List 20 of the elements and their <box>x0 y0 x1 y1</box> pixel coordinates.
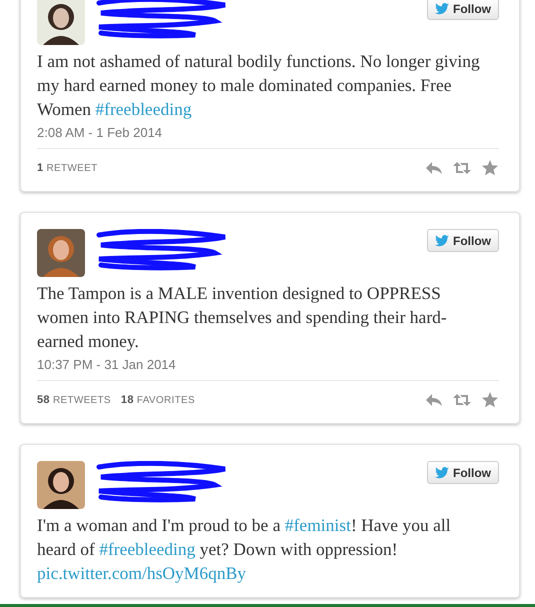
follow-button[interactable]: Follow <box>427 461 499 484</box>
bird-icon <box>435 234 449 246</box>
stat-count[interactable]: 58 RETWEETS <box>37 394 111 406</box>
bird-icon <box>435 2 449 14</box>
bird-icon <box>435 466 449 478</box>
tweet-text: I am not ashamed of natural bodily functions. No longer giving my hard earned money to male dominated companies. Free Women #freebleeding <box>37 50 481 121</box>
star-icon[interactable] <box>481 392 499 408</box>
star-icon[interactable] <box>481 160 499 176</box>
tweet-text: I'm a woman and I'm proud to be a #feminist! Have you all heard of #freebleeding yet? Down with oppression! pic.twitter.com/hsOyM6qnBy <box>37 514 452 585</box>
follow-button[interactable]: Follow <box>427 0 499 20</box>
stat-count[interactable]: 1 RETWEET <box>37 162 98 174</box>
follow-button[interactable]: Follow <box>427 229 499 252</box>
retweet-icon[interactable] <box>453 392 471 408</box>
reply-icon[interactable] <box>425 160 443 176</box>
retweet-icon[interactable] <box>453 160 471 176</box>
timestamp[interactable]: 2:08 AM - 1 Feb 2014 <box>37 125 499 140</box>
stat-count[interactable]: 18 FAVORITES <box>120 394 195 406</box>
timestamp[interactable]: 10:37 PM - 31 Jan 2014 <box>37 357 499 372</box>
tweet-text: The Tampon is a MALE invention designed to OPPRESS women into RAPING themselves and spending their hard-earned money. <box>37 282 448 353</box>
reply-icon[interactable] <box>425 392 443 408</box>
